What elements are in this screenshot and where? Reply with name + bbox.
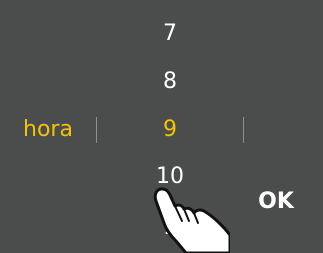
hour-unit-label: hora: [23, 117, 73, 142]
left-divider: [96, 117, 97, 143]
picker-option-9-selected[interactable]: 9: [120, 117, 220, 143]
ok-button[interactable]: OK: [246, 185, 306, 219]
right-divider: [243, 117, 244, 143]
picker-option-7[interactable]: 7: [120, 21, 220, 47]
time-picker-screen: 7 8 hora 9 10 1 OK: [0, 0, 323, 253]
picker-option-8[interactable]: 8: [120, 69, 220, 95]
hand-tap-icon: [153, 187, 230, 253]
